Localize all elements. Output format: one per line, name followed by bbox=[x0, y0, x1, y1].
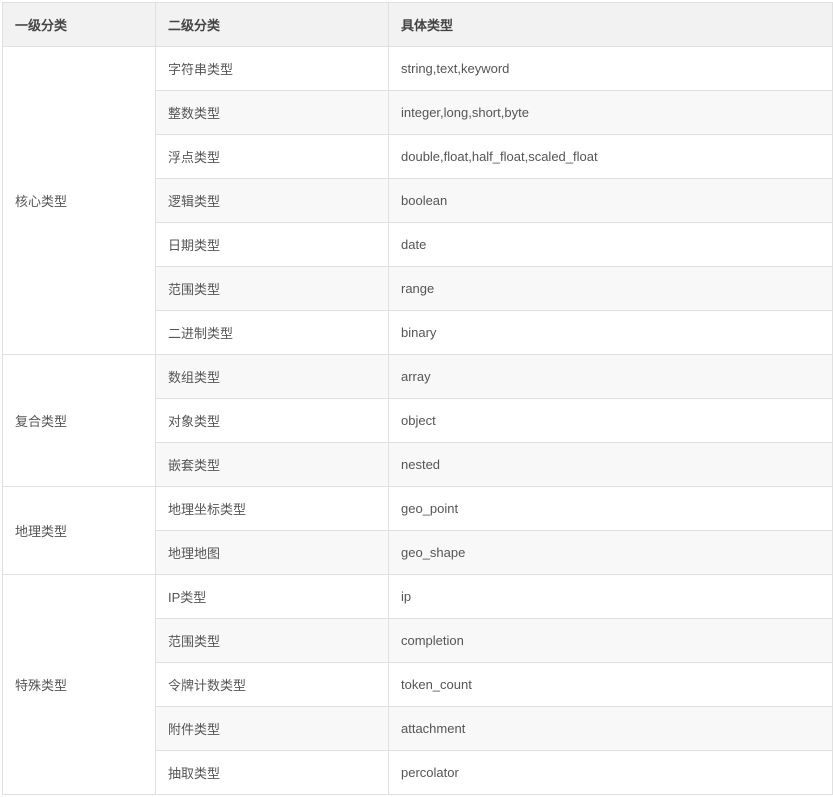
types-cell: double,float,half_float,scaled_float bbox=[389, 135, 833, 179]
types-cell: nested bbox=[389, 443, 833, 487]
category-level2-cell: 字符串类型 bbox=[156, 47, 389, 91]
types-cell: percolator bbox=[389, 751, 833, 795]
category-level2-cell: 数组类型 bbox=[156, 355, 389, 399]
category-level2-cell: 抽取类型 bbox=[156, 751, 389, 795]
header-col1: 一级分类 bbox=[3, 3, 156, 47]
category-level1-cell: 复合类型 bbox=[3, 355, 156, 487]
types-cell: completion bbox=[389, 619, 833, 663]
types-cell: date bbox=[389, 223, 833, 267]
table-body: 核心类型字符串类型string,text,keyword整数类型integer,… bbox=[3, 47, 833, 795]
types-cell: binary bbox=[389, 311, 833, 355]
category-level1-cell: 特殊类型 bbox=[3, 575, 156, 795]
category-level2-cell: 令牌计数类型 bbox=[156, 663, 389, 707]
type-classification-table: 一级分类 二级分类 具体类型 核心类型字符串类型string,text,keyw… bbox=[2, 2, 833, 795]
types-cell: range bbox=[389, 267, 833, 311]
types-cell: array bbox=[389, 355, 833, 399]
types-cell: ip bbox=[389, 575, 833, 619]
table-row: 地理类型地理坐标类型geo_point bbox=[3, 487, 833, 531]
types-cell: integer,long,short,byte bbox=[389, 91, 833, 135]
table-row: 核心类型字符串类型string,text,keyword bbox=[3, 47, 833, 91]
types-cell: boolean bbox=[389, 179, 833, 223]
category-level1-cell: 核心类型 bbox=[3, 47, 156, 355]
category-level1-cell: 地理类型 bbox=[3, 487, 156, 575]
types-cell: geo_shape bbox=[389, 531, 833, 575]
category-level2-cell: 嵌套类型 bbox=[156, 443, 389, 487]
category-level2-cell: 逻辑类型 bbox=[156, 179, 389, 223]
table-header-row: 一级分类 二级分类 具体类型 bbox=[3, 3, 833, 47]
category-level2-cell: 日期类型 bbox=[156, 223, 389, 267]
types-cell: token_count bbox=[389, 663, 833, 707]
table-row: 特殊类型IP类型ip bbox=[3, 575, 833, 619]
category-level2-cell: IP类型 bbox=[156, 575, 389, 619]
table-row: 复合类型数组类型array bbox=[3, 355, 833, 399]
category-level2-cell: 浮点类型 bbox=[156, 135, 389, 179]
category-level2-cell: 整数类型 bbox=[156, 91, 389, 135]
types-cell: attachment bbox=[389, 707, 833, 751]
category-level2-cell: 对象类型 bbox=[156, 399, 389, 443]
category-level2-cell: 范围类型 bbox=[156, 267, 389, 311]
category-level2-cell: 地理地图 bbox=[156, 531, 389, 575]
header-col3: 具体类型 bbox=[389, 3, 833, 47]
types-cell: string,text,keyword bbox=[389, 47, 833, 91]
category-level2-cell: 地理坐标类型 bbox=[156, 487, 389, 531]
header-col2: 二级分类 bbox=[156, 3, 389, 47]
category-level2-cell: 二进制类型 bbox=[156, 311, 389, 355]
category-level2-cell: 范围类型 bbox=[156, 619, 389, 663]
category-level2-cell: 附件类型 bbox=[156, 707, 389, 751]
types-cell: geo_point bbox=[389, 487, 833, 531]
types-cell: object bbox=[389, 399, 833, 443]
